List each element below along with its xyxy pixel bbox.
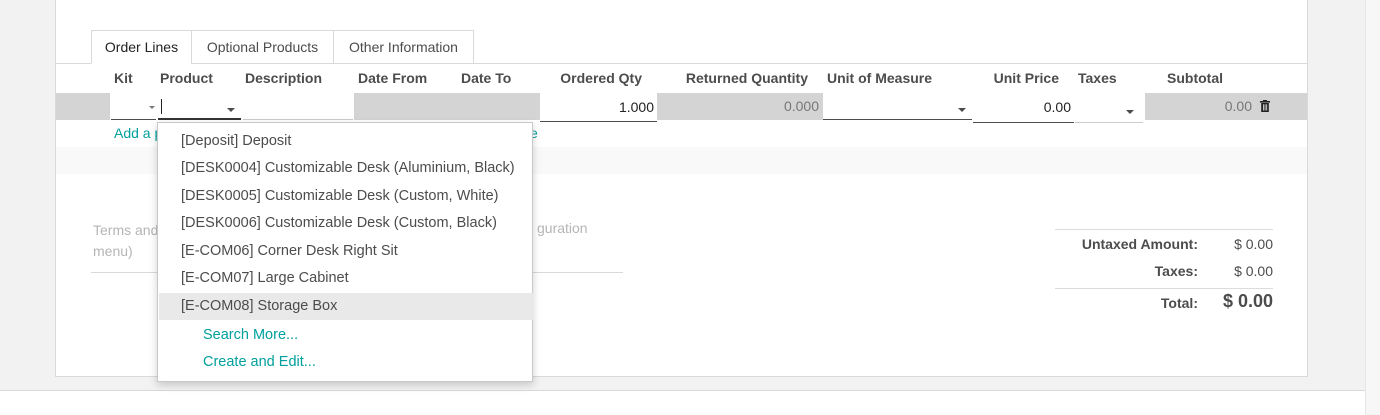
column-header-unit-of-measure[interactable]: Unit of Measure (827, 70, 932, 86)
product-chevron-down-icon[interactable] (227, 108, 235, 112)
total-label: Total: (1160, 295, 1198, 311)
column-header-date-to[interactable]: Date To (461, 70, 511, 86)
page-scrollbar[interactable] (1365, 0, 1380, 414)
totals-divider (1055, 288, 1273, 289)
description-field[interactable] (243, 119, 353, 120)
text-cursor (161, 99, 162, 114)
tab-other-information[interactable]: Other Information (333, 30, 474, 64)
add-product-link[interactable]: Add a p (114, 125, 162, 141)
taxes-value: $ 0.00 (1234, 263, 1273, 279)
column-header-unit-price[interactable]: Unit Price (975, 70, 1059, 86)
dropdown-item[interactable]: [DESK0005] Customizable Desk (Custom, Wh… (159, 183, 533, 210)
uom-chevron-down-icon[interactable] (958, 108, 966, 112)
subtotal-value: 0.00 (1224, 98, 1252, 114)
dropdown-item[interactable]: [DESK0004] Customizable Desk (Aluminium,… (159, 155, 533, 182)
column-header-kit[interactable]: Kit (114, 70, 133, 86)
row-handle-cell (56, 93, 110, 120)
terms-placeholder-line-1: Terms and (93, 222, 159, 238)
product-autocomplete-dropdown: [Deposit] Deposit [DESK0004] Customizabl… (157, 122, 533, 382)
dropdown-item[interactable]: [E-COM06] Corner Desk Right Sit (159, 238, 533, 265)
column-header-returned-quantity[interactable]: Returned Quantity (660, 70, 808, 86)
bottom-bar (0, 390, 1365, 415)
terms-placeholder-tail: guration (537, 220, 588, 236)
dropdown-item[interactable]: [E-COM07] Large Cabinet (159, 265, 533, 292)
create-and-edit-link[interactable]: Create and Edit... (203, 354, 316, 370)
ordered-qty-underline (540, 121, 657, 122)
column-header-ordered-qty[interactable]: Ordered Qty (540, 70, 642, 86)
unit-price-underline (973, 122, 1074, 123)
tab-optional-products[interactable]: Optional Products (191, 30, 334, 64)
taxes-label: Taxes: (1154, 263, 1198, 279)
taxes-chevron-down-icon[interactable] (1126, 110, 1134, 114)
column-header-product[interactable]: Product (160, 70, 213, 86)
column-header-date-from[interactable]: Date From (358, 70, 427, 86)
tab-order-lines[interactable]: Order Lines (91, 30, 192, 64)
returned-quantity-value: 0.000 (783, 98, 819, 114)
untaxed-amount-value: $ 0.00 (1234, 236, 1273, 252)
column-header-description[interactable]: Description (245, 70, 322, 86)
kit-field-underline (111, 119, 156, 120)
terms-placeholder-line-2: menu) (93, 243, 133, 259)
taxes-field[interactable] (1075, 122, 1143, 123)
ordered-qty-input[interactable]: 1.000 (540, 99, 654, 115)
dropdown-item[interactable]: [Deposit] Deposit (159, 128, 533, 155)
dropdown-item[interactable]: [DESK0006] Customizable Desk (Custom, Bl… (159, 210, 533, 237)
unit-of-measure-select[interactable] (823, 119, 972, 120)
date-range-readonly (354, 93, 540, 120)
total-value: $ 0.00 (1222, 291, 1273, 311)
search-more-link[interactable]: Search More... (203, 327, 298, 343)
untaxed-amount-label: Untaxed Amount: (1081, 236, 1198, 252)
trash-icon[interactable] (1260, 100, 1270, 112)
column-header-taxes[interactable]: Taxes (1078, 70, 1117, 86)
column-header-subtotal[interactable]: Subtotal (1150, 70, 1223, 86)
totals-top-rule (1055, 229, 1273, 230)
terms-placeholder[interactable]: Terms and menu) (93, 220, 158, 262)
dropdown-item-highlighted[interactable]: [E-COM08] Storage Box (159, 293, 533, 320)
unit-price-input[interactable]: 0.00 (975, 99, 1071, 115)
kit-chevron-down-icon[interactable] (149, 106, 155, 109)
product-field-underline (158, 118, 241, 120)
